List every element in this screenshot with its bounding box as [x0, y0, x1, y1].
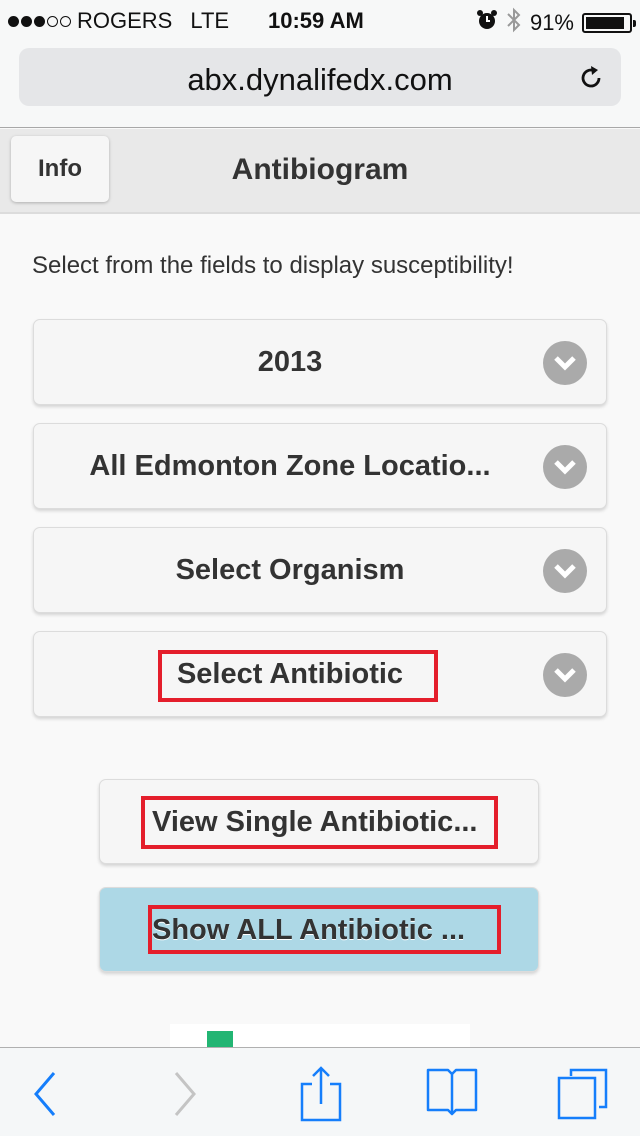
browser-toolbar: [0, 1047, 640, 1136]
carrier-name: ROGERS: [77, 8, 173, 33]
chevron-down-icon: [543, 653, 587, 697]
bookmarks-icon[interactable]: [424, 1066, 480, 1122]
select-value: Select Organism: [175, 554, 405, 586]
chevron-down-icon: [543, 549, 587, 593]
reload-icon[interactable]: [577, 64, 605, 92]
organism-select[interactable]: Select Organism: [33, 527, 607, 613]
status-bar: ROGERS LTE 10:59 AM 91%: [0, 0, 640, 40]
highlight-box: [141, 796, 498, 849]
share-icon[interactable]: [292, 1066, 348, 1122]
battery-icon: [582, 13, 636, 33]
highlight-box: [148, 905, 501, 954]
year-select[interactable]: 2013: [33, 319, 607, 405]
network-type: LTE: [190, 8, 230, 33]
forward-icon[interactable]: [158, 1066, 214, 1122]
tabs-icon[interactable]: [557, 1066, 613, 1122]
location-select[interactable]: All Edmonton Zone Locatio...: [33, 423, 607, 509]
clock: 10:59 AM: [268, 8, 364, 33]
signal-strength-icon: [8, 15, 71, 27]
browser-address-area: abx.dynalifedx.com: [0, 40, 640, 128]
select-value: All Edmonton Zone Locatio...: [89, 450, 491, 482]
chevron-down-icon: [543, 341, 587, 385]
back-icon[interactable]: [16, 1066, 72, 1122]
highlight-box: [158, 650, 438, 702]
select-value: 2013: [257, 346, 323, 378]
page-header: Info Antibiogram: [0, 129, 640, 214]
address-bar[interactable]: abx.dynalifedx.com: [19, 48, 621, 106]
url-text[interactable]: abx.dynalifedx.com: [19, 62, 621, 98]
battery-percent: 91%: [529, 10, 574, 35]
intro-text: Select from the fields to display suscep…: [32, 252, 514, 279]
chevron-down-icon: [543, 445, 587, 489]
bluetooth-icon: [506, 7, 522, 39]
page-title: Antibiogram: [231, 153, 409, 186]
alarm-icon: [476, 9, 498, 37]
chart-preview: [170, 1024, 470, 1051]
